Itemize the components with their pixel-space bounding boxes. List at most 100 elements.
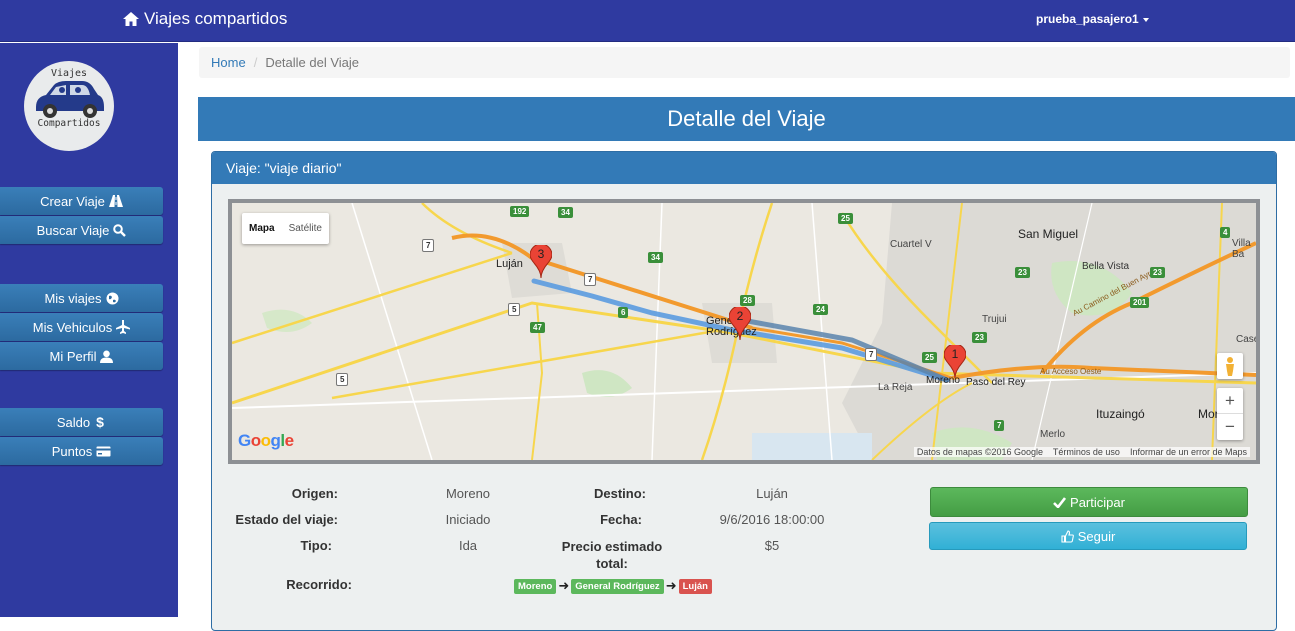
map-type-control: Mapa Satélite [242, 213, 329, 244]
map-type-satellite-button[interactable]: Satélite [282, 213, 329, 244]
precio-label-line: total: [596, 556, 628, 571]
recorrido-label: Recorrido: [286, 577, 352, 592]
map-type-map-button[interactable]: Mapa [242, 213, 282, 244]
sidebar: Viajes Compartidos Crear Viaje Buscar Vi… [0, 43, 178, 617]
destino-label: Destino: [594, 486, 646, 501]
sidebar-item-buscar-viaje[interactable]: Buscar Viaje [0, 216, 163, 244]
route-shield: 7 [584, 273, 597, 286]
map-marker-3[interactable]: 3 [530, 245, 552, 279]
route-stop-badge: Moreno [514, 578, 557, 594]
search-icon [113, 223, 127, 237]
map-terms-link[interactable]: Términos de uso [1053, 447, 1120, 457]
car-icon [36, 81, 104, 118]
map-place-label: Luján [496, 258, 523, 270]
route-shield: 25 [922, 352, 937, 363]
sidebar-group-balance: Saldo $ Puntos [0, 408, 163, 466]
fecha-value: 9/6/2016 18:00:00 [719, 512, 825, 527]
map-marker-1[interactable]: 1 [944, 345, 966, 379]
credit-card-icon [96, 446, 111, 456]
sidebar-item-label: Saldo [56, 414, 91, 430]
route-stop-badge: Luján [678, 578, 712, 594]
brand-link[interactable]: Viajes compartidos [122, 9, 287, 29]
precio-label-line: Precio estimado [561, 539, 663, 554]
map-place-label: Case [1236, 334, 1260, 345]
sidebar-item-mis-viajes[interactable]: Mis viajes [0, 284, 163, 312]
street-view-pegman[interactable] [1217, 353, 1243, 379]
map-place-label: Cuartel V [890, 239, 932, 250]
route-shield: 6 [618, 307, 629, 318]
seguir-button[interactable]: Seguir [929, 522, 1247, 550]
route-stop-badge: General Rodríguez [571, 578, 664, 594]
top-navbar: Viajes compartidos prueba_pasajero1 [0, 0, 1295, 42]
tipo-label: Tipo: [300, 538, 332, 553]
sidebar-item-crear-viaje[interactable]: Crear Viaje [0, 187, 163, 215]
participar-button[interactable]: Participar [930, 487, 1248, 517]
user-dropdown[interactable]: prueba_pasajero1 [1036, 12, 1149, 26]
route-shield: 5 [508, 303, 521, 316]
sidebar-item-mis-vehiculos[interactable]: Mis Vehiculos [0, 313, 163, 341]
logo-text-bottom: Compartidos [37, 118, 101, 129]
zoom-control: + − [1217, 388, 1243, 440]
user-name: prueba_pasajero1 [1036, 12, 1139, 26]
map-place-label: Ituzaingó [1096, 407, 1145, 421]
tipo-value: Ida [458, 538, 478, 553]
sidebar-group-account: Mis viajes Mis Vehiculos Mi Perfil [0, 284, 163, 371]
route-shield: 192 [510, 206, 530, 217]
arrow-right-icon: ➜ [665, 578, 677, 593]
sidebar-item-label: Buscar Viaje [36, 222, 110, 238]
panel-heading: Viaje: "viaje diario" [212, 152, 1276, 184]
sidebar-item-mi-perfil[interactable]: Mi Perfil [0, 342, 163, 370]
map-data-credit: Datos de mapas ©2016 Google [916, 447, 1044, 457]
breadcrumb-separator: / [253, 55, 258, 70]
map-place-label: San Miguel [1018, 227, 1079, 241]
trip-detail-panel: Viaje: "viaje diario" Luján General Rodr… [211, 151, 1277, 631]
origen-label: Origen: [291, 486, 338, 501]
destino-value: Luján [756, 486, 788, 501]
precio-value: $5 [764, 538, 780, 553]
sidebar-item-label: Crear Viaje [40, 193, 105, 209]
sidebar-item-saldo[interactable]: Saldo $ [0, 408, 163, 436]
road-icon [108, 195, 123, 207]
breadcrumb: Home / Detalle del Viaje [199, 47, 1290, 78]
route-shield: 23 [1150, 267, 1165, 278]
map-marker-2[interactable]: 2 [729, 307, 751, 341]
route-shield: 34 [558, 207, 573, 218]
route-map[interactable]: Luján General Rodríguez Moreno San Migue… [228, 199, 1260, 464]
map-marker-label: 1 [951, 347, 959, 361]
origen-value: Moreno [445, 486, 491, 501]
estado-value: Iniciado [445, 512, 491, 527]
thumbs-up-icon [1061, 529, 1074, 543]
map-place-label: Trujui [982, 314, 1007, 325]
map-marker-label: 3 [537, 247, 545, 261]
precio-label: Precio estimado total: [552, 538, 672, 572]
sidebar-item-label: Puntos [51, 443, 93, 459]
google-logo: Google [238, 431, 294, 450]
route-shield: 34 [648, 252, 663, 263]
zoom-out-button[interactable]: − [1217, 414, 1243, 440]
recorrido-path: Moreno ➜ General Rodríguez ➜ Luján [514, 578, 712, 594]
route-shield: 47 [530, 322, 545, 333]
zoom-in-button[interactable]: + [1217, 388, 1243, 414]
check-icon [1053, 496, 1067, 508]
breadcrumb-home-link[interactable]: Home [211, 55, 246, 70]
route-shield: 4 [1220, 227, 1231, 238]
sidebar-item-puntos[interactable]: Puntos [0, 437, 163, 465]
fecha-label: Fecha: [600, 512, 642, 527]
app-logo: Viajes Compartidos [24, 61, 114, 151]
arrow-right-icon: ➜ [558, 578, 570, 593]
route-shield: 25 [838, 213, 853, 224]
map-place-label: Paso del Rey [966, 377, 1026, 388]
seguir-label: Seguir [1077, 528, 1116, 544]
svg-text:$: $ [96, 415, 104, 429]
home-icon [123, 12, 139, 26]
route-shield: 5 [336, 373, 349, 386]
route-shield: 7 [422, 239, 435, 252]
sidebar-item-label: Mis Vehiculos [32, 319, 113, 335]
map-report-link[interactable]: Informar de un error de Maps [1130, 447, 1247, 457]
map-place-label: Villa Ba [1232, 238, 1251, 260]
dollar-icon: $ [96, 415, 104, 429]
estado-label: Estado del viaje: [235, 512, 338, 527]
route-shield: 24 [813, 304, 828, 315]
route-shield: 7 [865, 348, 878, 361]
route-shield: 201 [1130, 297, 1150, 308]
